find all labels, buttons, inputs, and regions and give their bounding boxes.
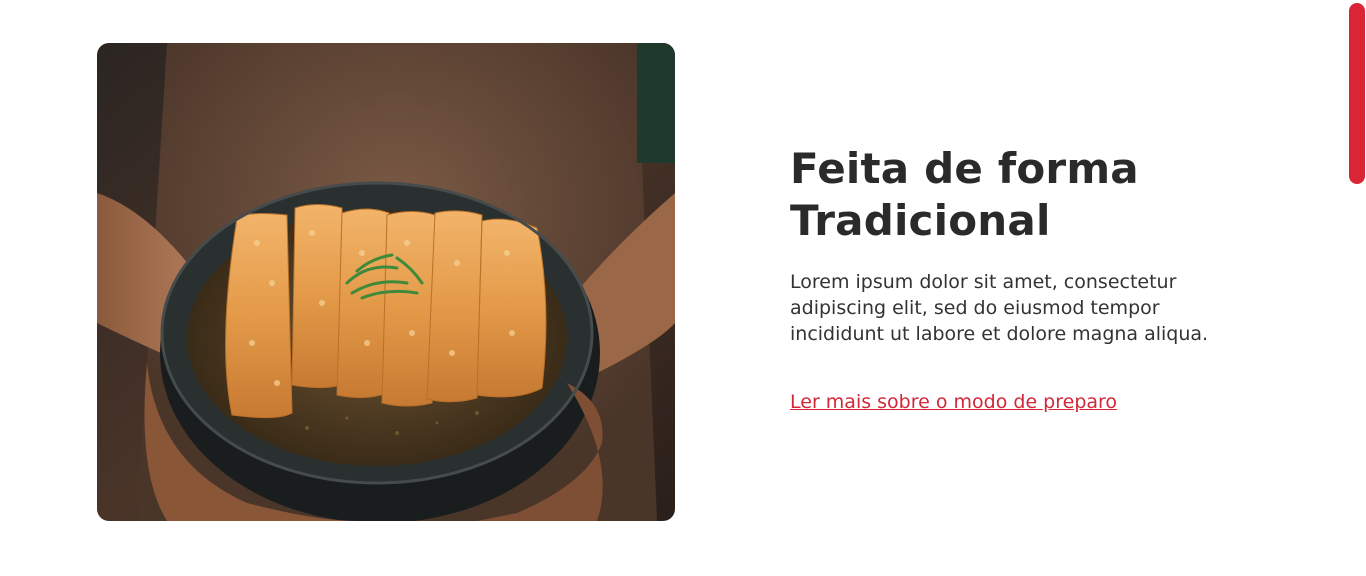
- scrollbar-thumb[interactable]: [1349, 3, 1365, 184]
- content-block: Feita de forma Tradicional Lorem ipsum d…: [790, 143, 1260, 415]
- food-photo: [97, 43, 675, 521]
- page-scrollbar[interactable]: [1348, 0, 1366, 576]
- section-title: Feita de forma Tradicional: [790, 144, 1139, 245]
- section-description: Lorem ipsum dolor sit amet, consectetur …: [790, 271, 1209, 345]
- recipe-section: Feita de forma Tradicional Lorem ipsum d…: [0, 0, 1366, 576]
- read-more-link[interactable]: Ler mais sobre o modo de preparo: [790, 389, 1117, 415]
